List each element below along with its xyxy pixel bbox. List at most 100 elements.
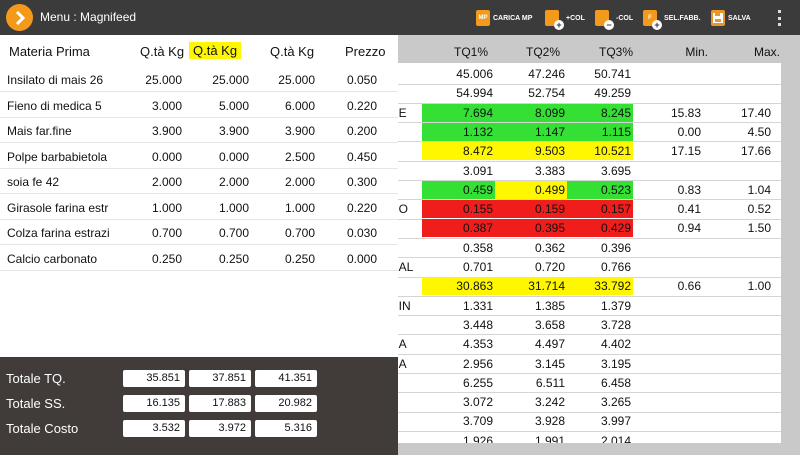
ingredient-price[interactable]: 0.300: [317, 175, 377, 189]
tq1-value: 0.387: [422, 219, 495, 238]
ingredient-price[interactable]: 0.450: [317, 150, 377, 164]
min-value: [633, 335, 703, 353]
ingredient-quantity[interactable]: 0.250: [255, 252, 315, 266]
ingredient-quantity[interactable]: 0.700: [255, 226, 315, 240]
min-value: 0.66: [677, 279, 701, 294]
max-value: [703, 162, 773, 180]
ingredient-row[interactable]: Polpe barbabietola 0.000 0.000 2.500 0.450: [0, 144, 398, 169]
ingredient-price[interactable]: 0.050: [317, 73, 377, 87]
tq1-value: 3.709: [462, 414, 493, 429]
analysis-row: V0.3870.3950.4290.941.50: [390, 219, 781, 238]
max-value: 4.50: [747, 124, 771, 139]
tq3-value: 3.728: [600, 317, 631, 332]
min-value: 17.15: [670, 144, 701, 159]
overflow-menu-icon[interactable]: [778, 10, 782, 26]
ingredient-quantity[interactable]: 25.000: [255, 73, 315, 87]
ingredient-name: Insilato di mais 26: [7, 73, 104, 87]
analysis-row: 3.709 3.928 3.997: [390, 412, 781, 431]
ingredient-quantity[interactable]: 1.000: [122, 201, 182, 215]
add-column-button[interactable]: + +COL: [545, 8, 585, 30]
tq2-value: 47.246: [528, 67, 565, 81]
ingredient-quantity[interactable]: 1.000: [255, 201, 315, 215]
total-tq-3: 41.351: [255, 370, 317, 387]
tq1-value: 8.472: [422, 142, 495, 161]
ingredient-quantity[interactable]: 2.500: [255, 150, 315, 164]
ingredient-quantity[interactable]: 3.900: [122, 124, 182, 138]
ingredient-name: Girasole farina estr: [7, 200, 109, 215]
ingredient-quantity[interactable]: 0.000: [122, 150, 182, 164]
ingredient-price[interactable]: 0.200: [317, 124, 377, 138]
tq3-value: 1.379: [600, 298, 631, 313]
tq2-value: 4.497: [534, 337, 565, 352]
ingredient-price[interactable]: 0.220: [317, 99, 377, 113]
total-tq-label: Totale TQ.: [6, 371, 66, 386]
ingredient-quantity[interactable]: 6.000: [255, 99, 315, 113]
ingredient-price[interactable]: 0.030: [317, 226, 377, 240]
max-value: [703, 393, 773, 411]
ingredient-row[interactable]: soia fe 42 2.000 2.000 2.000 0.300: [0, 169, 398, 194]
min-value: 0.94: [677, 221, 701, 236]
select-fabbisogno-button[interactable]: F + SEL.FABB.: [643, 8, 701, 30]
ingredient-row[interactable]: Colza farina estrazi 0.700 0.700 0.700 0.030: [0, 220, 398, 245]
ingredient-quantity[interactable]: 0.700: [189, 226, 249, 240]
header-tq1: TQ1%: [453, 45, 488, 59]
remove-column-button[interactable]: − -COL: [595, 8, 633, 30]
max-value: [703, 412, 773, 430]
max-value: [703, 335, 773, 353]
ingredient-quantity[interactable]: 2.000: [255, 175, 315, 189]
tq2-value: 3.383: [534, 163, 565, 178]
ingredient-row[interactable]: Calcio carbonato 0.250 0.250 0.250 0.000: [0, 246, 398, 271]
ingredient-quantity[interactable]: 0.250: [122, 252, 182, 266]
tq2-value: 52.754: [528, 86, 565, 101]
menu-button[interactable]: [6, 4, 33, 31]
tq2-value: 31.714: [495, 277, 567, 296]
tq3-value: 0.766: [600, 260, 631, 274]
header-qty-2-selected[interactable]: Q.tà Kg: [189, 42, 242, 59]
ingredient-price[interactable]: 0.000: [317, 252, 377, 266]
ingredient-quantity[interactable]: 3.900: [255, 124, 315, 138]
ingredient-quantity[interactable]: 2.000: [122, 175, 182, 189]
header-materia-prima: Materia Prima: [9, 44, 90, 59]
carica-mp-button[interactable]: MP CARICA MP: [476, 8, 532, 28]
ingredient-quantity[interactable]: 3.000: [122, 99, 182, 113]
tq3-value: 1.115: [567, 122, 633, 141]
ingredient-name: Mais far.fine: [7, 124, 72, 138]
tq2-value: 1.147: [495, 122, 567, 141]
total-ss-2: 17.883: [189, 395, 251, 412]
total-tq-2: 37.851: [189, 370, 251, 387]
tq1-value: 30.863: [422, 277, 495, 296]
header-qty-3[interactable]: Q.tà Kg: [270, 44, 314, 59]
analysis-table[interactable]: 45.006 47.246 50.741 54.994 52.754 49.259 NE 7.…: [390, 63, 781, 443]
header-qty-1[interactable]: Q.tà Kg: [140, 44, 184, 59]
tq1-value: 1.926: [462, 433, 493, 443]
ingredients-panel: Materia Prima Q.tà Kg Q.tà Kg Q.tà Kg Pr…: [0, 35, 398, 357]
tq3-value: 2.014: [600, 433, 631, 443]
analysis-row: NIN 1.331 1.385 1.379: [390, 297, 781, 316]
ingredient-quantity[interactable]: 3.900: [189, 124, 249, 138]
ingredient-quantity[interactable]: 0.250: [189, 252, 249, 266]
ingredient-row[interactable]: Girasole farina estr 1.000 1.000 1.000 0.220: [0, 195, 398, 220]
ingredient-quantity[interactable]: 1.000: [189, 201, 249, 215]
tq3-value: 6.458: [600, 375, 631, 390]
tq1-value: 7.694: [422, 103, 495, 122]
ingredient-row[interactable]: Fieno di medica 5 3.000 5.000 6.000 0.220: [0, 93, 398, 118]
save-button[interactable]: SALVA: [711, 8, 751, 28]
analysis-row: 0.459 0.499 0.523 0.83 1.04: [390, 180, 781, 200]
tq1-value: 3.091: [462, 163, 493, 178]
ingredient-price[interactable]: 0.220: [317, 201, 377, 215]
ingredient-quantity[interactable]: 0.700: [122, 226, 182, 240]
ingredient-row[interactable]: Mais far.fine 3.900 3.900 3.900 0.200: [0, 118, 398, 143]
ingredient-quantity[interactable]: 2.000: [189, 175, 249, 189]
ingredient-quantity[interactable]: 0.000: [189, 150, 249, 164]
min-value: [633, 297, 703, 315]
ingredient-quantity[interactable]: 25.000: [122, 73, 182, 87]
ingredient-quantity[interactable]: 25.000: [189, 73, 249, 87]
header-max: Max.: [753, 45, 780, 59]
tq2-value: 6.511: [535, 375, 565, 390]
ingredient-quantity[interactable]: 5.000: [189, 99, 249, 113]
analysis-row: V0.3580.3620.396: [390, 239, 781, 258]
max-value: [703, 432, 773, 443]
max-value: [703, 316, 773, 334]
ingredient-row[interactable]: Insilato di mais 26 25.000 25.000 25.000 0.0…: [0, 67, 398, 92]
tq1-value: 3.072: [462, 395, 493, 410]
